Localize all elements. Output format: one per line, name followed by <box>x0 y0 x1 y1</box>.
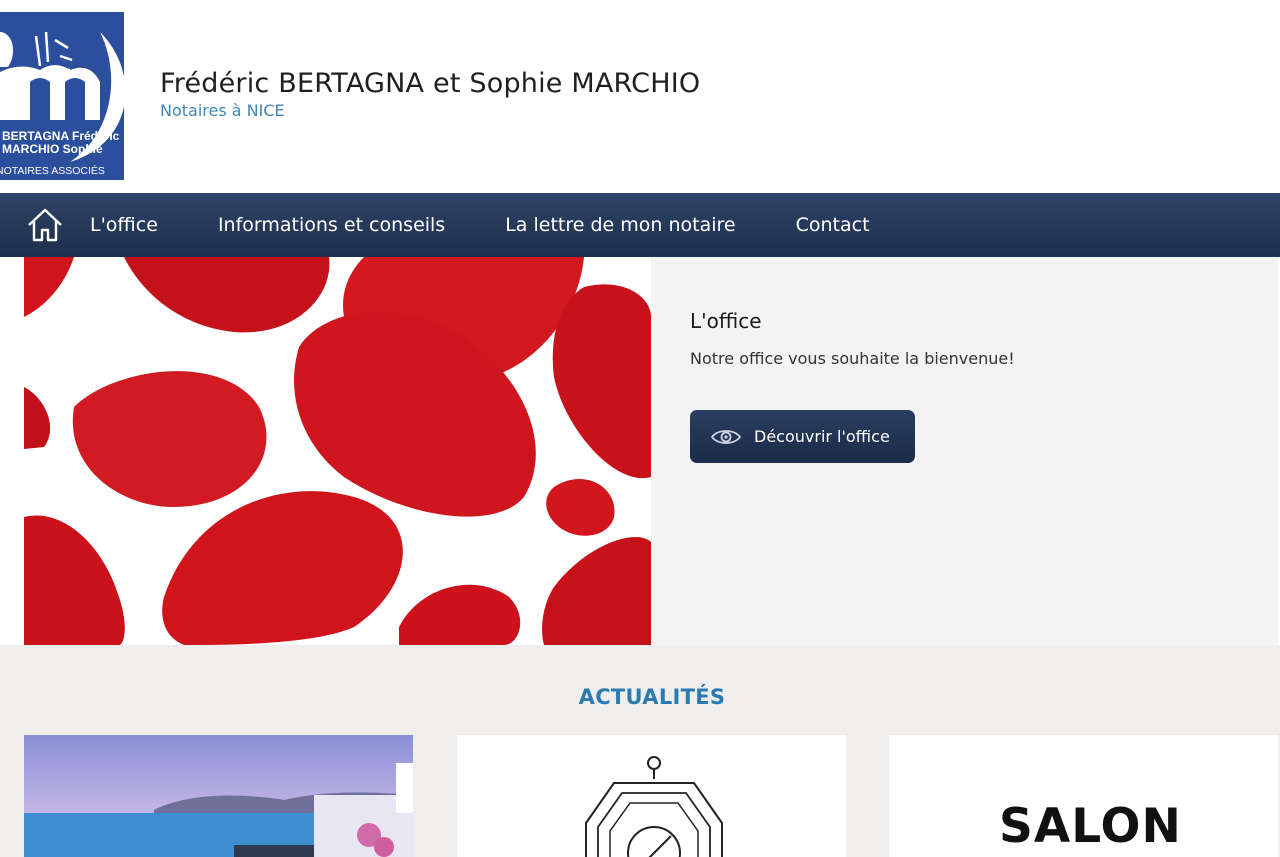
news-card-compass[interactable] <box>457 735 846 857</box>
santorini-sea-image <box>24 735 413 857</box>
site-header: BERTAGNA Frédéric MARCHIO Sophie NOTAIRE… <box>0 0 1280 193</box>
decouvrir-office-label: Découvrir l'office <box>754 427 890 446</box>
hero-heading: L'office <box>690 309 762 333</box>
nav-item-informations-conseils[interactable]: Informations et conseils <box>218 214 445 236</box>
hero-text: Notre office vous souhaite la bienvenue! <box>690 349 1015 368</box>
site-title: Frédéric BERTAGNA et Sophie MARCHIO <box>160 68 701 99</box>
logo-text-line2: MARCHIO Sophie <box>2 142 103 156</box>
nav-home-button[interactable] <box>0 193 90 257</box>
home-icon <box>28 208 62 242</box>
hero-panel: L'office Notre office vous souhaite la b… <box>651 257 1278 645</box>
nav-item-contact[interactable]: Contact <box>796 214 870 236</box>
news-section: ACTUALITÉS SALON <box>0 645 1280 857</box>
site-subtitle: Notaires à NICE <box>160 101 285 120</box>
decouvrir-office-button[interactable]: Découvrir l'office <box>690 410 915 463</box>
office-logo[interactable]: BERTAGNA Frédéric MARCHIO Sophie NOTAIRE… <box>0 12 124 180</box>
hero-section: L'office Notre office vous souhaite la b… <box>0 257 1280 645</box>
compass-lighthouse-drawing <box>457 735 846 857</box>
main-navigation: L'office Informations et conseils La let… <box>0 193 1280 257</box>
rose-petals-image <box>24 257 651 645</box>
logo-text-line3: NOTAIRES ASSOCIÉS <box>0 164 105 177</box>
logo-text-line1: BERTAGNA Frédéric <box>2 129 120 143</box>
title-block: Frédéric BERTAGNA et Sophie MARCHIO Nota… <box>160 68 700 120</box>
salon-logo: SALON <box>999 799 1182 854</box>
nav-item-lettre-notaire[interactable]: La lettre de mon notaire <box>505 214 735 236</box>
news-title: ACTUALITÉS <box>578 685 726 709</box>
news-card-santorini[interactable] <box>24 735 413 857</box>
eye-icon <box>710 429 742 444</box>
nav-item-office[interactable]: L'office <box>90 214 158 236</box>
news-card-salon[interactable]: SALON <box>889 735 1278 857</box>
